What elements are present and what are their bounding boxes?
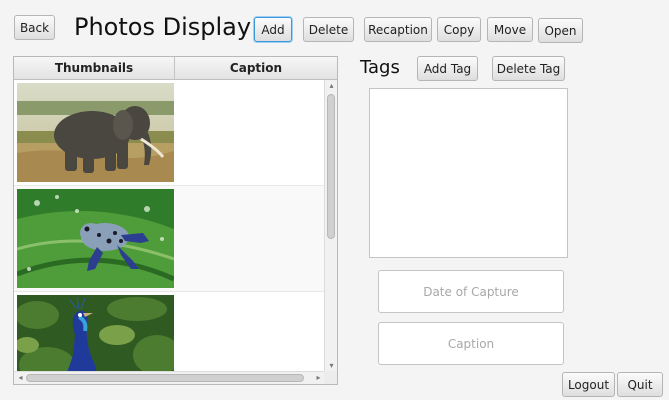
add-button[interactable]: Add xyxy=(254,17,292,42)
vertical-scroll-thumb[interactable] xyxy=(327,94,335,239)
recaption-button[interactable]: Recaption xyxy=(364,17,432,42)
tags-heading: Tags xyxy=(360,57,400,78)
elephant-thumbnail xyxy=(17,83,174,182)
open-button[interactable]: Open xyxy=(538,18,583,43)
scroll-up-icon[interactable]: ▴ xyxy=(325,81,338,91)
horizontal-scroll-thumb[interactable] xyxy=(26,374,304,382)
horizontal-scrollbar[interactable]: ◂ ▸ xyxy=(14,371,325,384)
table-body xyxy=(14,80,325,372)
column-header-thumbnails[interactable]: Thumbnails xyxy=(14,57,175,79)
caption-cell[interactable] xyxy=(175,186,325,291)
table-header: Thumbnails Caption xyxy=(14,57,337,80)
scrollbar-corner xyxy=(324,371,337,384)
copy-button[interactable]: Copy xyxy=(437,17,481,42)
table-row[interactable] xyxy=(14,186,325,292)
table-row[interactable] xyxy=(14,292,325,372)
delete-button[interactable]: Delete xyxy=(303,17,354,42)
logout-button[interactable]: Logout xyxy=(562,372,615,397)
scroll-down-icon[interactable]: ▾ xyxy=(325,361,338,371)
quit-button[interactable]: Quit xyxy=(617,372,663,397)
delete-tag-button[interactable]: Delete Tag xyxy=(492,56,565,81)
caption-cell[interactable] xyxy=(175,292,325,372)
table-row[interactable] xyxy=(14,80,325,186)
column-header-caption[interactable]: Caption xyxy=(175,57,337,79)
caption-cell[interactable] xyxy=(175,80,325,185)
peacock-thumbnail xyxy=(17,295,174,372)
vertical-scrollbar[interactable]: ▴ ▾ xyxy=(324,80,337,372)
move-button[interactable]: Move xyxy=(487,17,533,42)
photo-table[interactable]: Thumbnails Caption ▴ ▾ ◂ ▸ xyxy=(13,56,338,385)
page-title: Photos Display xyxy=(74,13,252,41)
date-of-capture-field[interactable] xyxy=(378,270,564,313)
back-button[interactable]: Back xyxy=(14,15,55,40)
caption-field[interactable] xyxy=(378,322,564,365)
frog-thumbnail xyxy=(17,189,174,288)
add-tag-button[interactable]: Add Tag xyxy=(417,56,478,81)
tag-list[interactable] xyxy=(369,88,568,258)
